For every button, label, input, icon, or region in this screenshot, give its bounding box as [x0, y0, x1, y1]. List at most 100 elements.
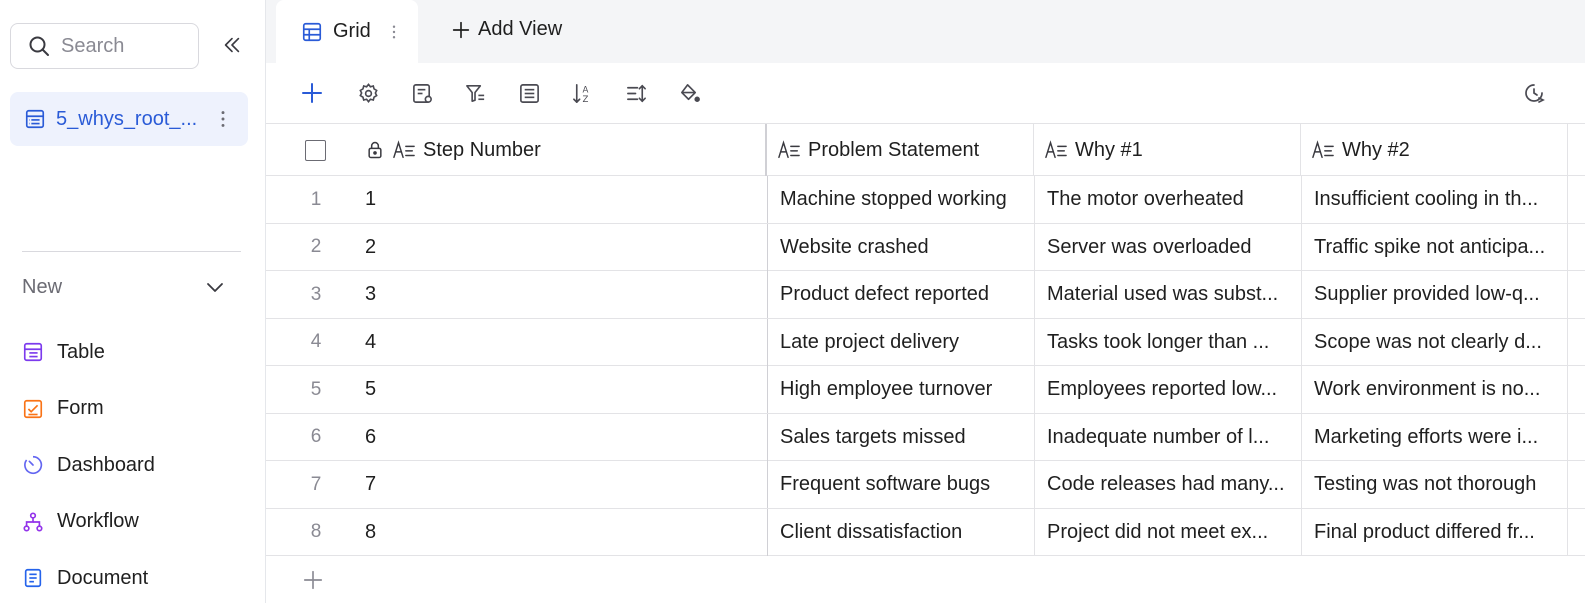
- column-header-problem-statement[interactable]: Problem Statement: [767, 124, 1034, 176]
- workflow-icon: [22, 511, 44, 533]
- row-number: 3: [310, 283, 322, 305]
- cell-why-1[interactable]: Material used was subst...: [1034, 271, 1301, 318]
- new-item-label: Form: [57, 397, 104, 420]
- new-workflow-button[interactable]: Workflow: [22, 494, 155, 551]
- cell-step-number[interactable]: 1: [365, 176, 767, 223]
- table-row[interactable]: 6 6 Sales targets missed Inadequate numb…: [266, 413, 1585, 461]
- search-placeholder: Search: [61, 34, 125, 57]
- cell-why-1[interactable]: Project did not meet ex...: [1034, 508, 1301, 556]
- plus-icon: [452, 21, 470, 38]
- row-number: 7: [310, 473, 322, 495]
- cell-step-number[interactable]: 5: [365, 366, 767, 413]
- cell-why-2[interactable]: Marketing efforts were i...: [1301, 413, 1568, 461]
- search-input[interactable]: Search: [10, 23, 199, 69]
- field-settings-button[interactable]: [410, 81, 434, 105]
- text-field-icon: [777, 139, 801, 161]
- collapse-sidebar-button[interactable]: [220, 33, 244, 57]
- row-height-icon: [626, 84, 646, 102]
- table-icon: [22, 341, 44, 363]
- new-dashboard-button[interactable]: Dashboard: [22, 437, 155, 494]
- cell-problem-statement[interactable]: High employee turnover: [767, 366, 1034, 413]
- add-view-button[interactable]: Add View: [450, 18, 562, 41]
- cell-problem-statement[interactable]: Product defect reported: [767, 271, 1034, 318]
- select-all-checkbox[interactable]: [305, 139, 326, 161]
- cell-why-2[interactable]: Final product differed fr...: [1301, 508, 1568, 556]
- color-fill-icon: [680, 83, 700, 102]
- cell-problem-statement[interactable]: Client dissatisfaction: [767, 508, 1034, 556]
- column-header-step-number[interactable]: Step Number: [365, 124, 767, 176]
- cell-why-2[interactable]: Insufficient cooling in th...: [1301, 176, 1568, 223]
- new-section-toggle[interactable]: New: [22, 272, 227, 302]
- text-field-icon: [1044, 139, 1068, 161]
- cell-problem-statement[interactable]: Machine stopped working: [767, 176, 1034, 223]
- new-form-button[interactable]: Form: [22, 381, 155, 438]
- search-icon: [29, 36, 49, 56]
- row-number: 8: [310, 521, 322, 542]
- history-icon: [1525, 84, 1545, 103]
- row-number: 2: [310, 236, 322, 257]
- cell-why-1[interactable]: Code releases had many...: [1034, 461, 1301, 508]
- cell-why-1[interactable]: Inadequate number of l...: [1034, 413, 1301, 461]
- plus-icon: [303, 570, 323, 590]
- group-icon: [519, 83, 539, 103]
- cell-why-1[interactable]: The motor overheated: [1034, 176, 1301, 223]
- table-row[interactable]: 5 5 High employee turnover Employees rep…: [266, 366, 1585, 414]
- cell-why-1[interactable]: Tasks took longer than ...: [1034, 318, 1301, 366]
- cell-why-1[interactable]: Employees reported low...: [1034, 366, 1301, 413]
- cell-problem-statement[interactable]: Late project delivery: [767, 318, 1034, 366]
- add-record-icon: [302, 83, 322, 103]
- add-row-button[interactable]: [301, 568, 325, 592]
- sort-button[interactable]: AZ: [570, 81, 594, 105]
- history-button[interactable]: [1522, 81, 1546, 105]
- row-height-button[interactable]: [624, 81, 648, 105]
- sidebar-item-table[interactable]: 5_whys_root_...: [10, 92, 248, 146]
- new-document-button[interactable]: Document: [22, 550, 155, 603]
- svg-text:A: A: [582, 85, 588, 95]
- cell-step-number[interactable]: 8: [365, 509, 767, 556]
- filter-button[interactable]: [463, 81, 487, 105]
- cell-why-2[interactable]: Scope was not clearly d...: [1301, 318, 1568, 366]
- table-row[interactable]: 3 3 Product defect reported Material use…: [266, 271, 1585, 319]
- row-number: 4: [310, 331, 322, 352]
- cell-step-number[interactable]: 3: [365, 271, 767, 318]
- add-record-button[interactable]: [300, 81, 324, 105]
- document-icon: [22, 567, 44, 589]
- group-button[interactable]: [517, 81, 541, 105]
- color-fill-button[interactable]: [677, 81, 701, 105]
- table-row[interactable]: 4 4 Late project delivery Tasks took lon…: [266, 318, 1585, 366]
- column-header-label: Why #1: [1075, 138, 1143, 161]
- table-row[interactable]: 2 2 Website crashed Server was overloade…: [266, 223, 1585, 271]
- row-number: 1: [310, 188, 322, 210]
- cell-step-number[interactable]: 2: [365, 224, 767, 271]
- sidebar-divider: [22, 251, 241, 252]
- cell-why-1[interactable]: Server was overloaded: [1034, 223, 1301, 271]
- cell-why-2[interactable]: Work environment is no...: [1301, 366, 1568, 413]
- grid-header: Step Number Problem Statement Why #1 Why…: [266, 123, 1585, 176]
- new-table-button[interactable]: Table: [22, 324, 155, 381]
- column-header-why-1[interactable]: Why #1: [1034, 124, 1301, 176]
- select-all-cell: [266, 124, 365, 176]
- row-number: 6: [310, 426, 322, 447]
- cell-problem-statement[interactable]: Website crashed: [767, 223, 1034, 271]
- more-vertical-icon[interactable]: [212, 108, 234, 130]
- more-vertical-icon[interactable]: [385, 21, 403, 43]
- new-items-list: Table Form Dashboard Workflow Document: [22, 324, 155, 603]
- new-item-label: Dashboard: [57, 453, 155, 476]
- tab-label: Grid: [333, 20, 371, 42]
- grid-rows: 1 1 Machine stopped working The motor ov…: [266, 176, 1585, 556]
- filter-icon: [465, 84, 484, 102]
- cell-step-number[interactable]: 6: [365, 414, 767, 461]
- cell-problem-statement[interactable]: Frequent software bugs: [767, 461, 1034, 508]
- cell-why-2[interactable]: Testing was not thorough: [1301, 461, 1568, 508]
- cell-step-number[interactable]: 4: [365, 319, 767, 366]
- column-header-why-2[interactable]: Why #2: [1301, 124, 1568, 176]
- table-row[interactable]: 8 8 Client dissatisfaction Project did n…: [266, 508, 1585, 556]
- cell-why-2[interactable]: Supplier provided low-q...: [1301, 271, 1568, 318]
- tab-grid[interactable]: Grid: [276, 0, 418, 63]
- table-row[interactable]: 1 1 Machine stopped working The motor ov…: [266, 176, 1585, 224]
- cell-problem-statement[interactable]: Sales targets missed: [767, 413, 1034, 461]
- cell-why-2[interactable]: Traffic spike not anticipa...: [1301, 223, 1568, 271]
- table-row[interactable]: 7 7 Frequent software bugs Code releases…: [266, 461, 1585, 509]
- cell-step-number[interactable]: 7: [365, 461, 767, 508]
- settings-button[interactable]: [356, 81, 380, 105]
